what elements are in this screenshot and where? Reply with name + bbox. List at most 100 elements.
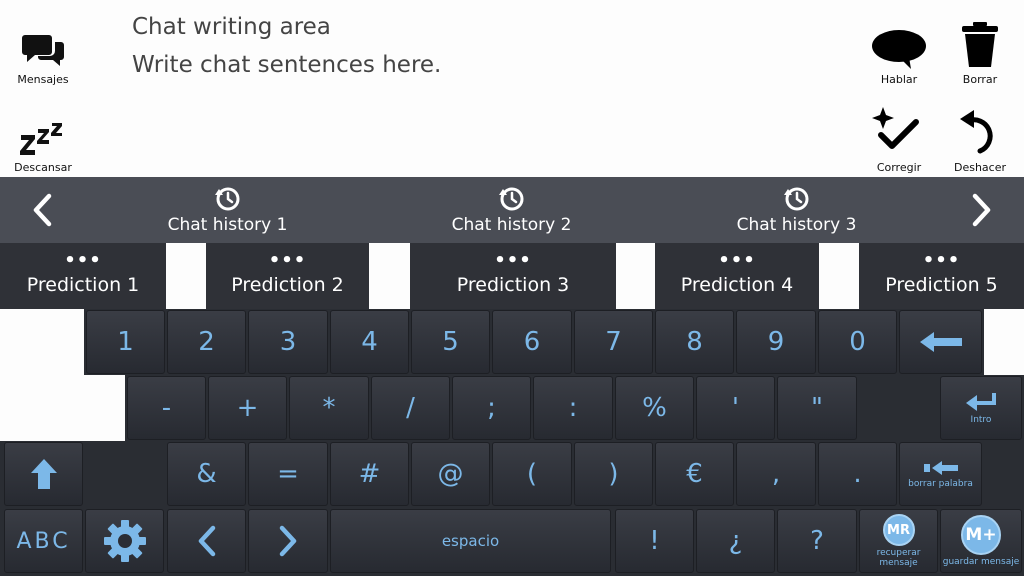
key-minus[interactable]: - <box>127 376 206 440</box>
key-label: . <box>853 459 862 489</box>
enter-icon <box>966 393 996 411</box>
key-slash[interactable]: / <box>371 376 450 440</box>
key-question[interactable]: ? <box>777 509 857 573</box>
deshacer-button[interactable]: Deshacer <box>946 98 1014 174</box>
space-key[interactable]: espacio <box>330 509 611 573</box>
key-label: € <box>686 459 703 489</box>
more-dots-icon: ••• <box>922 250 961 271</box>
key-label: 8 <box>686 327 703 357</box>
key-9[interactable]: 9 <box>736 310 816 374</box>
history-next-button[interactable] <box>942 177 1022 243</box>
key-5[interactable]: 5 <box>411 310 490 374</box>
chevron-right-icon <box>279 525 297 557</box>
key-label: 6 <box>523 327 541 357</box>
recuperar-label: recuperar mensaje <box>876 548 921 568</box>
shift-key[interactable] <box>4 442 83 506</box>
key-label: = <box>277 459 299 489</box>
prediction-4[interactable]: ••• Prediction 4 <box>655 243 819 309</box>
chat-area-placeholder: Write chat sentences here. <box>132 52 442 78</box>
mensajes-button[interactable]: Mensajes <box>10 18 76 86</box>
descansar-label: Descansar <box>14 161 72 174</box>
chat-history-bar: Chat history 1 Chat history 2 Chat histo… <box>0 177 1024 243</box>
history-prev-button[interactable] <box>2 177 82 243</box>
chat-area-title: Chat writing area <box>132 14 331 40</box>
key-label: 4 <box>361 327 378 357</box>
abc-key[interactable]: ABC <box>4 509 83 573</box>
hablar-button[interactable]: Hablar <box>864 18 934 86</box>
key-3[interactable]: 3 <box>248 310 328 374</box>
backspace-arrow-icon <box>919 332 962 352</box>
key-euro[interactable]: € <box>655 442 734 506</box>
key-label: " <box>811 393 823 423</box>
key-label: ) <box>608 459 619 489</box>
key-8[interactable]: 8 <box>655 310 734 374</box>
key-label: + <box>236 393 259 423</box>
chat-history-label-1: Chat history 1 <box>167 214 288 235</box>
prediction-3[interactable]: ••• Prediction 3 <box>410 243 616 309</box>
key-hash[interactable]: # <box>330 442 409 506</box>
chat-writing-area[interactable]: Chat writing area Write chat sentences h… <box>132 8 832 84</box>
chat-history-item-1[interactable]: Chat history 1 <box>150 177 305 243</box>
prediction-5[interactable]: ••• Prediction 5 <box>859 243 1024 309</box>
chat-history-label-3: Chat history 3 <box>736 214 857 235</box>
key-label: ; <box>487 393 496 423</box>
key-at[interactable]: @ <box>411 442 490 506</box>
key-label: 2 <box>198 327 215 357</box>
key-comma[interactable]: , <box>736 442 816 506</box>
chat-history-item-3[interactable]: Chat history 3 <box>719 177 874 243</box>
key-colon[interactable]: : <box>533 376 613 440</box>
key-close-paren[interactable]: ) <box>574 442 653 506</box>
cursor-left-key[interactable] <box>167 509 246 573</box>
key-0[interactable]: 0 <box>818 310 897 374</box>
backspace-key[interactable] <box>899 310 982 374</box>
key-label: 3 <box>279 327 297 357</box>
key-semicolon[interactable]: ; <box>452 376 531 440</box>
undo-icon <box>960 110 993 154</box>
key-exclamation[interactable]: ! <box>615 509 694 573</box>
recuperar-mensaje-key[interactable]: MR recuperar mensaje <box>859 509 938 573</box>
delete-word-key[interactable]: borrar palabra <box>899 442 982 506</box>
chevron-left-icon <box>198 525 215 557</box>
key-7[interactable]: 7 <box>574 310 653 374</box>
key-label: & <box>196 459 217 489</box>
cursor-right-key[interactable] <box>248 509 328 573</box>
intro-key[interactable]: Intro <box>940 376 1022 440</box>
key-label: ? <box>810 526 824 556</box>
key-label: 5 <box>442 327 459 357</box>
intro-label: Intro <box>970 415 992 425</box>
app-root: Mensajes Descansar Chat writing area Wri… <box>0 0 1024 576</box>
key-apostrophe[interactable]: ' <box>696 376 775 440</box>
borrar-button[interactable]: Borrar <box>946 14 1014 86</box>
key-label: % <box>642 393 667 423</box>
sleep-icon <box>20 123 62 155</box>
key-quote[interactable]: " <box>777 376 857 440</box>
descansar-button[interactable]: Descansar <box>8 104 78 174</box>
key-2[interactable]: 2 <box>167 310 246 374</box>
chat-history-label-2: Chat history 2 <box>451 214 572 235</box>
guardar-mensaje-key[interactable]: M+ guardar mensaje <box>940 509 1022 573</box>
key-label: ' <box>731 393 740 423</box>
chat-history-item-2[interactable]: Chat history 2 <box>434 177 589 243</box>
corregir-button[interactable]: Corregir <box>864 98 934 174</box>
key-4[interactable]: 4 <box>330 310 409 374</box>
prediction-2[interactable]: ••• Prediction 2 <box>206 243 369 309</box>
messages-icon <box>22 35 64 66</box>
key-ampersand[interactable]: & <box>167 442 246 506</box>
key-1[interactable]: 1 <box>86 310 165 374</box>
key-open-paren[interactable]: ( <box>492 442 572 506</box>
key-plus[interactable]: + <box>208 376 287 440</box>
key-label: 0 <box>849 327 866 357</box>
hablar-label: Hablar <box>880 73 918 86</box>
key-6[interactable]: 6 <box>492 310 572 374</box>
prediction-1[interactable]: ••• Prediction 1 <box>0 243 166 309</box>
key-asterisk[interactable]: * <box>289 376 369 440</box>
settings-key[interactable] <box>85 509 164 573</box>
key-equals[interactable]: = <box>248 442 328 506</box>
key-inverted-question[interactable]: ¿ <box>696 509 775 573</box>
key-label: ! <box>649 526 660 556</box>
key-label: 7 <box>605 327 622 357</box>
prediction-label-5: Prediction 5 <box>885 274 998 296</box>
key-percent[interactable]: % <box>615 376 694 440</box>
more-dots-icon: ••• <box>64 250 102 271</box>
key-period[interactable]: . <box>818 442 897 506</box>
